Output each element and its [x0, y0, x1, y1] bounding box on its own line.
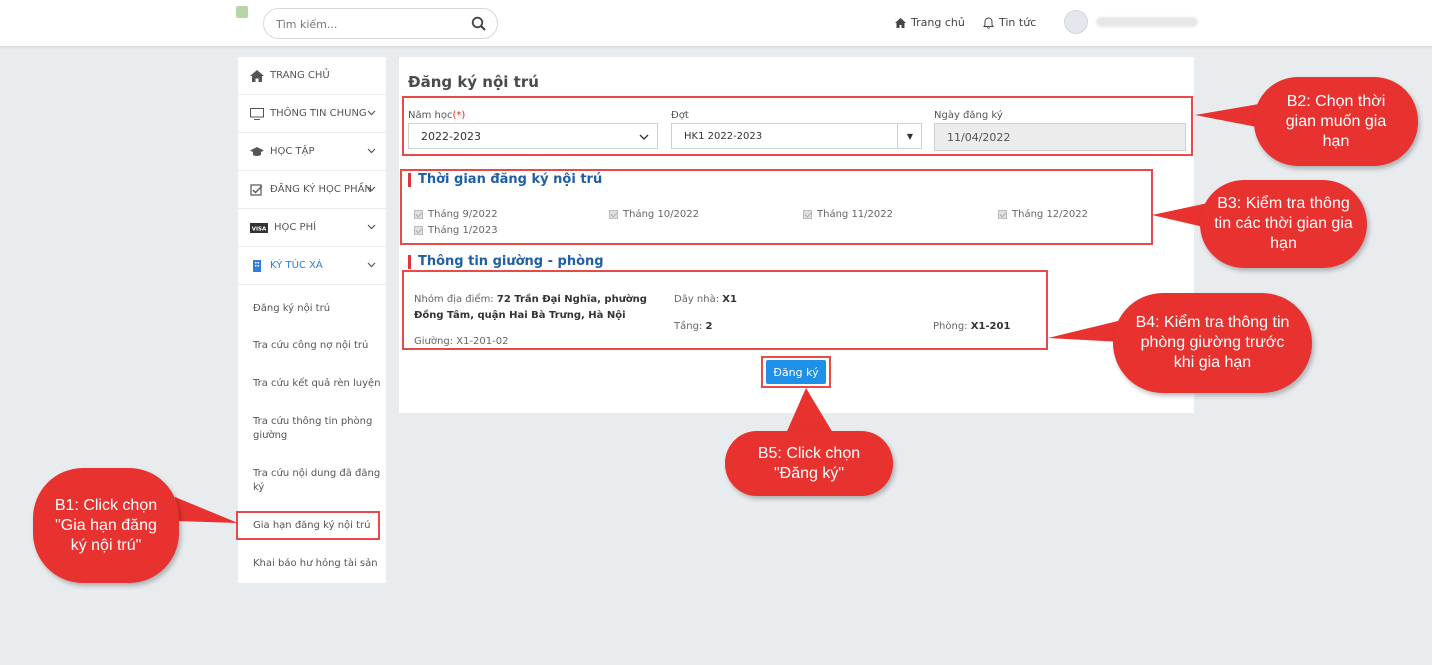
callout-b2: B2: Chọn thời gian muốn gia hạn: [1254, 77, 1418, 166]
callout-b5: B5: Click chọn "Đăng ký": [725, 431, 893, 496]
callout-b4: B4: Kiểm tra thông tin phòng giường trướ…: [1113, 293, 1312, 393]
callout-b1: B1: Click chọn "Gia hạn đăng ký nội trú": [33, 468, 179, 583]
callout-b3: B3: Kiểm tra thông tin các thời gian gia…: [1200, 180, 1367, 268]
